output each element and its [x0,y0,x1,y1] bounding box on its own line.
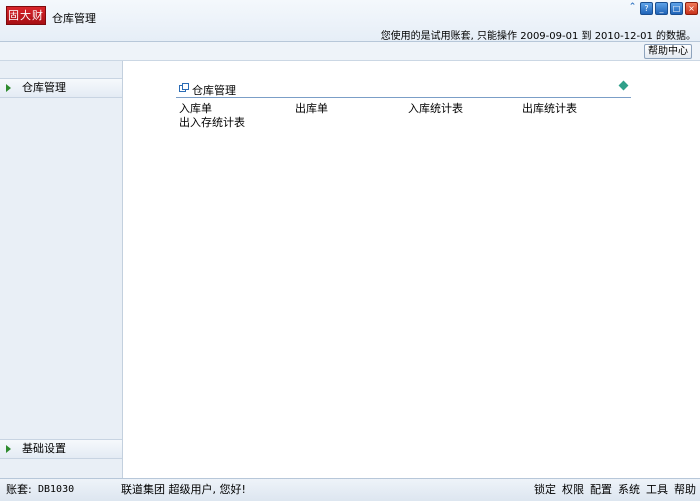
status-tools: 锁定 权限 配置 系统 工具 帮助 [534,479,696,501]
panel-title: 仓库管理 [192,84,236,97]
sidebar: 仓库管理 基础设置 [0,61,123,478]
window-controls: ⌃ ? _ □ × [627,2,698,15]
chevron-up-icon[interactable]: ⌃ [627,2,638,13]
trial-notice: 您使用的是试用账套, 只能操作 2009-09-01 到 2010-12-01 … [380,31,696,42]
app-logo: 固大财 [6,6,46,25]
link-inbound-stats[interactable]: 入库统计表 [408,100,463,116]
restore-icon[interactable]: □ [670,2,683,15]
close-icon[interactable]: × [685,2,698,15]
tools-button[interactable]: 工具 [646,479,668,501]
diamond-icon[interactable] [618,80,629,91]
caret-right-icon [6,84,11,92]
sidebar-item-warehouse[interactable]: 仓库管理 [0,78,122,98]
permissions-button[interactable]: 权限 [562,479,584,501]
help-center-button[interactable]: 帮助中心 [644,44,692,59]
account-label: 账套: [6,483,32,496]
help-icon[interactable]: ? [640,2,653,15]
sidebar-item-label: 基础设置 [22,442,66,455]
windows-icon [179,83,189,92]
app-title: 仓库管理 [52,12,96,25]
link-inout-stock-stats[interactable]: 出入存统计表 [179,114,245,130]
help-button[interactable]: 帮助 [674,479,696,501]
account-value: DB1030 [38,484,75,495]
minimize-icon[interactable]: _ [655,2,668,15]
config-button[interactable]: 配置 [590,479,612,501]
caret-right-icon [6,445,11,453]
sidebar-item-label: 仓库管理 [22,81,66,94]
system-button[interactable]: 系统 [618,479,640,501]
greeting-text: 联道集团 超级用户, 您好! [121,483,246,496]
lock-button[interactable]: 锁定 [534,479,556,501]
sub-toolbar: 帮助中心 [0,42,700,61]
link-outbound-stats[interactable]: 出库统计表 [522,100,577,116]
panel-header: 仓库管理 [176,80,631,98]
title-bar: 固大财 仓库管理 ⌃ ? _ □ × 您使用的是试用账套, 只能操作 2009-… [0,0,700,42]
main-content: 仓库管理 入库单 出库单 入库统计表 出库统计表 出入存统计表 [123,61,700,478]
link-outbound-order[interactable]: 出库单 [295,100,328,116]
status-bar: 账套: DB1030 联道集团 超级用户, 您好! 锁定 权限 配置 系统 工具… [0,478,700,501]
sidebar-item-basic-settings[interactable]: 基础设置 [0,439,122,459]
